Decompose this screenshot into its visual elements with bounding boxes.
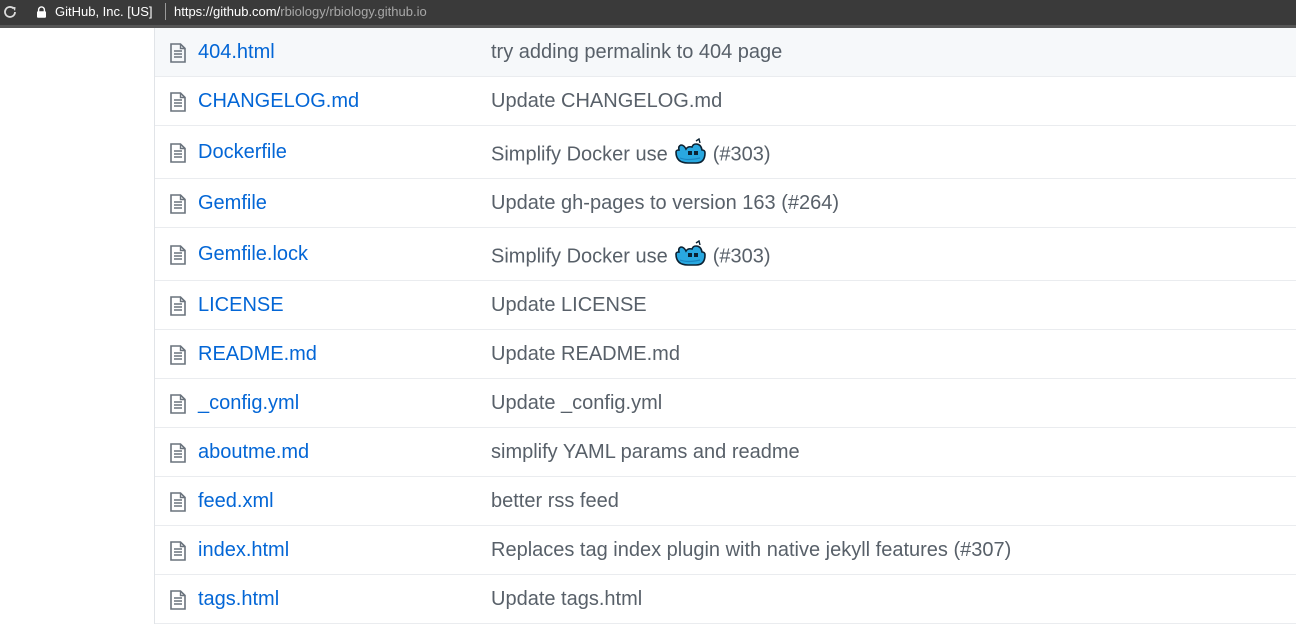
commit-message: Simplify Docker use (#303) [491,239,771,271]
file-text-icon [169,443,187,463]
commit-message-link[interactable]: Update CHANGELOG.md [491,90,722,112]
file-text-icon [169,345,187,365]
pull-request-link[interactable]: (#303) [713,143,771,165]
file-name-link[interactable]: _config.yml [198,392,299,415]
file-name-link[interactable]: 404.html [198,41,275,64]
file-text-icon [169,92,187,112]
site-identity[interactable]: GitHub, Inc. [US] [55,4,153,19]
commit-message-link[interactable]: Update tags.html [491,588,642,610]
file-text-icon [169,245,187,265]
reload-icon[interactable] [2,4,18,20]
file-text-icon [169,143,187,163]
commit-message: simplify YAML params and readme [491,441,800,464]
file-row[interactable]: aboutme.md simplify YAML params and readm… [155,428,1296,477]
file-row[interactable]: index.html Replaces tag index plugin with… [155,526,1296,575]
commit-message-link[interactable]: Update LICENSE [491,294,647,316]
commit-message-link[interactable]: try adding permalink to 404 page [491,41,782,63]
file-text-icon [169,541,187,561]
url-host: https://github.com/ [174,4,281,19]
url-field[interactable]: https://github.com/rbiology/rbiology.git… [174,4,427,19]
whale-emoji-icon [674,239,707,268]
commit-message: Replaces tag index plugin with native je… [491,539,1011,562]
commit-message-link[interactable]: Replaces tag index plugin with native je… [491,539,1011,561]
file-row[interactable]: feed.xml better rss feed [155,477,1296,526]
address-divider [165,3,166,20]
file-name-link[interactable]: README.md [198,343,317,366]
commit-message-link[interactable]: Update README.md [491,343,680,365]
lock-icon [37,6,46,18]
file-name-link[interactable]: index.html [198,539,289,562]
whale-emoji-icon [674,137,707,166]
url-path: rbiology/rbiology.github.io [280,4,427,19]
file-name-link[interactable]: aboutme.md [198,441,309,464]
commit-message-link[interactable]: Update _config.yml [491,392,662,414]
commit-message: Update CHANGELOG.md [491,90,722,113]
file-row[interactable]: tags.html Update tags.html [155,575,1296,624]
file-text-icon [169,194,187,214]
commit-message: Update LICENSE [491,294,647,317]
file-text-icon [169,394,187,414]
file-row[interactable]: README.md Update README.md [155,330,1296,379]
file-row[interactable]: 404.html try adding permalink to 404 page [155,28,1296,77]
file-name-link[interactable]: CHANGELOG.md [198,90,359,113]
file-text-icon [169,43,187,63]
commit-message-link[interactable]: Simplify Docker use [491,245,668,267]
file-name-link[interactable]: Dockerfile [198,141,287,164]
file-row[interactable]: Gemfile Update gh-pages to version 163 (#… [155,179,1296,228]
file-text-icon [169,296,187,316]
file-row[interactable]: _config.yml Update _config.yml [155,379,1296,428]
browser-address-bar: GitHub, Inc. [US] https://github.com/rbi… [0,0,1296,28]
file-list: 404.html try adding permalink to 404 page… [154,28,1296,624]
commit-message: better rss feed [491,490,619,513]
commit-message: Update _config.yml [491,392,662,415]
commit-message-link[interactable]: Simplify Docker use [491,143,668,165]
file-row[interactable]: Dockerfile Simplify Docker use (#303) [155,126,1296,179]
file-row[interactable]: Gemfile.lock Simplify Docker use (#303) [155,228,1296,281]
file-name-link[interactable]: LICENSE [198,294,284,317]
commit-message: try adding permalink to 404 page [491,41,782,64]
file-name-link[interactable]: Gemfile.lock [198,243,308,266]
file-name-link[interactable]: feed.xml [198,490,274,513]
file-text-icon [169,590,187,610]
file-row[interactable]: CHANGELOG.md Update CHANGELOG.md [155,77,1296,126]
file-row[interactable]: LICENSE Update LICENSE [155,281,1296,330]
file-name-link[interactable]: Gemfile [198,192,267,215]
file-text-icon [169,492,187,512]
commit-message: Simplify Docker use (#303) [491,137,771,169]
commit-message-link[interactable]: Update gh-pages to version 163 (#264) [491,192,839,214]
commit-message-link[interactable]: simplify YAML params and readme [491,441,800,463]
commit-message: Update gh-pages to version 163 (#264) [491,192,839,215]
commit-message: Update README.md [491,343,680,366]
commit-message-link[interactable]: better rss feed [491,490,619,512]
pull-request-link[interactable]: (#303) [713,245,771,267]
